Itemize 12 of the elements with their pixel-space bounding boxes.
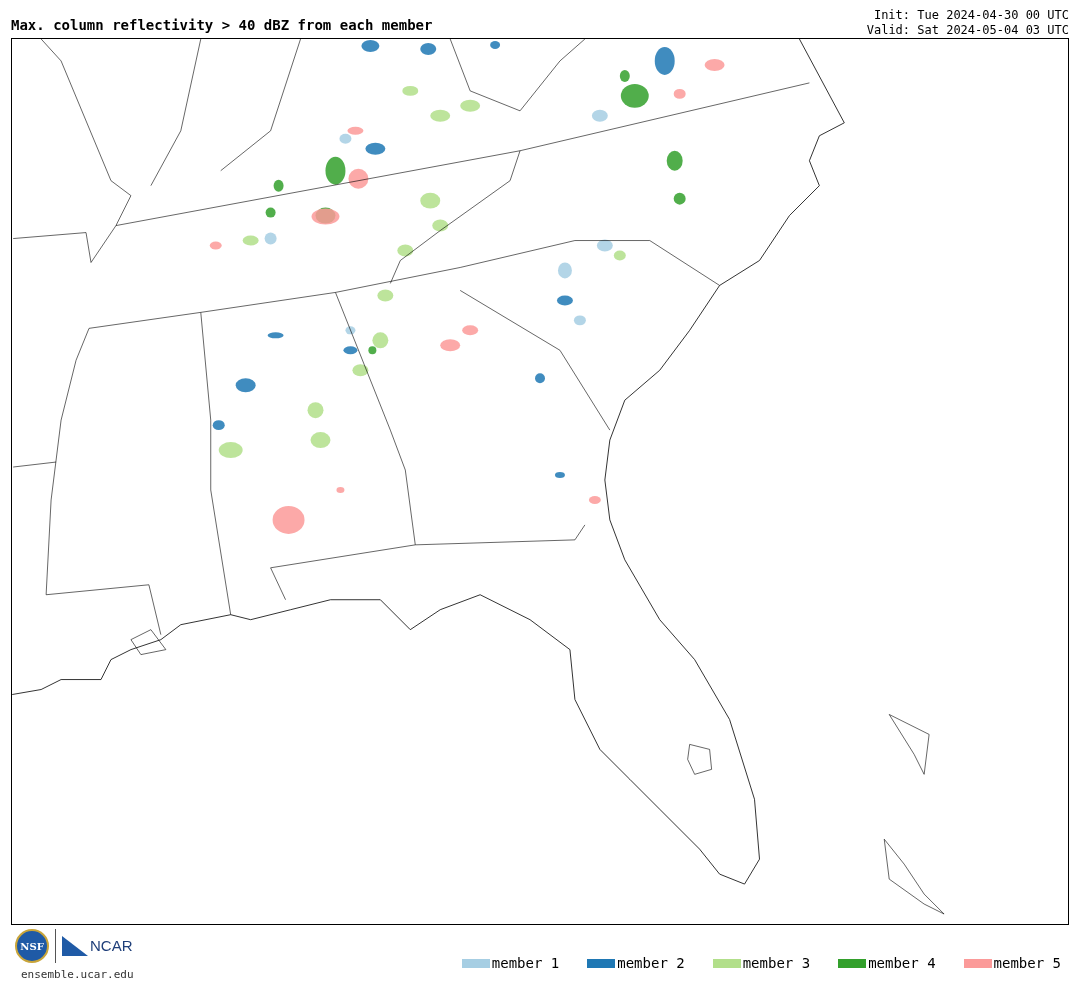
legend-label: member 2	[617, 953, 685, 973]
legend-label: member 4	[868, 953, 936, 973]
nsf-logo: NSF	[15, 929, 49, 963]
ncar-logo: NCAR	[90, 935, 133, 956]
legend-label: member 3	[742, 953, 811, 973]
valid-time: Valid: Sat 2024-05-04 03 UTC	[866, 23, 1069, 38]
legend-label: member 1	[491, 953, 560, 973]
wedge-icon	[62, 936, 88, 956]
site-url: ensemble.ucar.edu	[20, 967, 134, 983]
chart-title: Max. column reflectivity > 40 dBZ from each member	[11, 18, 433, 32]
legend-label: member 5	[993, 953, 1061, 973]
init-time: Init: Tue 2024-04-30 00 UTC	[873, 8, 1069, 23]
